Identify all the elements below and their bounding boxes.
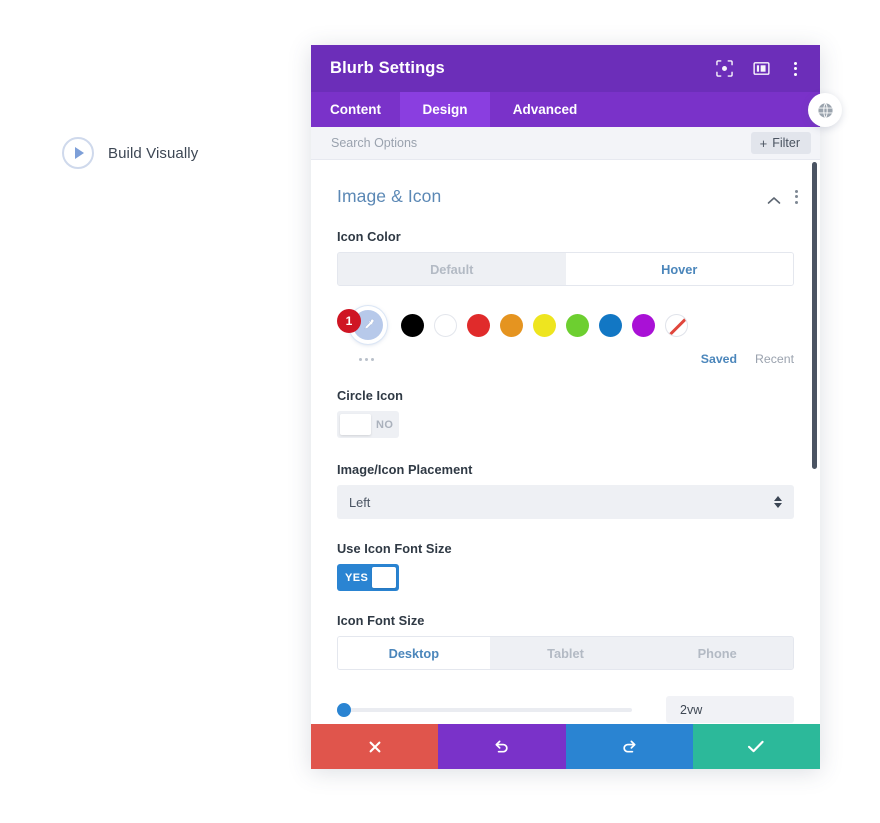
swatch-blue[interactable] xyxy=(599,313,622,337)
placement-label: Image/Icon Placement xyxy=(337,462,473,477)
swatch-red[interactable] xyxy=(467,313,490,337)
slider-handle[interactable] xyxy=(337,702,351,717)
search-bar: + Filter xyxy=(311,127,820,160)
vertical-dots-icon[interactable] xyxy=(790,61,801,76)
recent-colors-link[interactable]: Recent xyxy=(755,352,794,366)
saved-colors-link[interactable]: Saved xyxy=(701,352,737,366)
tab-content[interactable]: Content xyxy=(311,92,400,127)
section-options-vertical-dots-icon[interactable] xyxy=(795,189,798,204)
device-tabs: Desktop Tablet Phone xyxy=(337,636,794,670)
tab-design[interactable]: Design xyxy=(400,92,490,127)
app-canvas: Build Visually Blurb Settings Content De… xyxy=(0,0,880,823)
placement-selected-value: Left xyxy=(349,494,371,510)
device-tab-desktop[interactable]: Desktop xyxy=(338,637,490,669)
swatch-yellow[interactable] xyxy=(533,313,556,337)
blurb-settings-panel: Blurb Settings Content Design Advanced S… xyxy=(311,45,820,769)
toggle-knob xyxy=(340,414,371,435)
fullscreen-icon[interactable] xyxy=(716,60,733,77)
status-badge: 1 xyxy=(337,309,361,333)
build-visually-label: Build Visually xyxy=(108,144,199,162)
swatch-orange[interactable] xyxy=(500,313,523,337)
globe-icon[interactable] xyxy=(808,93,842,127)
cancel-button[interactable] xyxy=(311,724,439,769)
field-image-icon-placement: Image/Icon Placement Left xyxy=(311,462,820,519)
panel-scrollbar-track xyxy=(812,160,817,724)
build-visually-control[interactable]: Build Visually xyxy=(62,137,198,169)
icon-color-state-hover[interactable]: Hover xyxy=(565,253,793,285)
swatch-meta-row: Saved Recent xyxy=(311,352,820,366)
use-icon-font-size-label: Use Icon Font Size xyxy=(337,541,452,556)
panel-header: Blurb Settings xyxy=(311,45,820,92)
color-swatch-row: 1 xyxy=(311,306,820,344)
panel-body: Image & Icon Icon Color Default Hover 1 … xyxy=(311,160,820,724)
panel-header-actions xyxy=(716,60,801,77)
icon-color-label: Icon Color xyxy=(337,229,401,244)
use-icon-font-size-toggle[interactable]: YES xyxy=(337,564,399,591)
panel-footer xyxy=(311,724,820,769)
play-circle-icon[interactable] xyxy=(62,137,94,169)
field-use-icon-font-size: Use Icon Font Size YES xyxy=(311,541,820,591)
search-input[interactable] xyxy=(329,135,751,151)
close-x-icon xyxy=(369,741,381,752)
layout-columns-icon[interactable] xyxy=(753,60,770,77)
field-icon-color: Icon Color Default Hover xyxy=(311,229,820,286)
redo-arrow-icon xyxy=(622,740,636,753)
swatch-green[interactable] xyxy=(566,313,589,337)
panel-tabs: Content Design Advanced xyxy=(311,92,820,127)
icon-font-size-slider-row xyxy=(311,696,820,723)
icon-font-size-label: Icon Font Size xyxy=(337,613,425,628)
filter-button[interactable]: + Filter xyxy=(750,132,811,154)
redo-button[interactable] xyxy=(565,724,693,769)
panel-scroll-area: Image & Icon Icon Color Default Hover 1 … xyxy=(311,160,820,724)
panel-scrollbar-thumb[interactable] xyxy=(812,162,817,469)
chevron-up-icon[interactable] xyxy=(767,192,781,204)
swatch-purple[interactable] xyxy=(632,313,655,337)
undo-button[interactable] xyxy=(438,724,566,769)
horizontal-dots-icon[interactable] xyxy=(359,357,701,361)
icon-font-size-input[interactable] xyxy=(678,701,782,718)
undo-arrow-icon xyxy=(495,740,509,753)
circle-icon-toggle[interactable]: NO xyxy=(337,411,399,438)
icon-font-size-value-box[interactable] xyxy=(666,696,794,723)
save-button[interactable] xyxy=(692,724,820,769)
check-icon xyxy=(748,740,764,753)
field-icon-font-size: Icon Font Size Desktop Tablet Phone xyxy=(311,613,820,670)
swatch-none[interactable] xyxy=(665,313,688,337)
device-tab-tablet[interactable]: Tablet xyxy=(489,637,642,669)
toggle-knob xyxy=(372,567,396,588)
circle-icon-toggle-state: NO xyxy=(376,418,394,431)
tab-advanced[interactable]: Advanced xyxy=(490,92,600,127)
placement-select[interactable]: Left xyxy=(337,485,794,519)
eyedropper-icon xyxy=(364,318,374,329)
field-circle-icon: Circle Icon NO xyxy=(311,388,820,440)
icon-color-state-tabs: Default Hover xyxy=(337,252,794,286)
icon-color-state-default[interactable]: Default xyxy=(338,253,566,285)
active-color-swatch-group: 1 xyxy=(337,306,387,344)
circle-icon-label: Circle Icon xyxy=(337,388,403,403)
slider-track xyxy=(337,707,632,712)
swatch-black[interactable] xyxy=(401,313,424,337)
use-icon-font-size-toggle-state: YES xyxy=(345,571,369,584)
page-title: Blurb Settings xyxy=(330,59,445,77)
plus-icon: + xyxy=(759,135,768,151)
preset-swatches xyxy=(401,313,698,337)
filter-button-label: Filter xyxy=(772,136,800,150)
section-image-and-icon-header: Image & Icon xyxy=(311,160,820,207)
icon-font-size-slider[interactable] xyxy=(337,701,632,719)
section-title: Image & Icon xyxy=(337,186,442,206)
device-tab-phone[interactable]: Phone xyxy=(641,637,793,669)
swatch-white[interactable] xyxy=(434,313,457,337)
chevron-updown-icon xyxy=(774,496,782,508)
